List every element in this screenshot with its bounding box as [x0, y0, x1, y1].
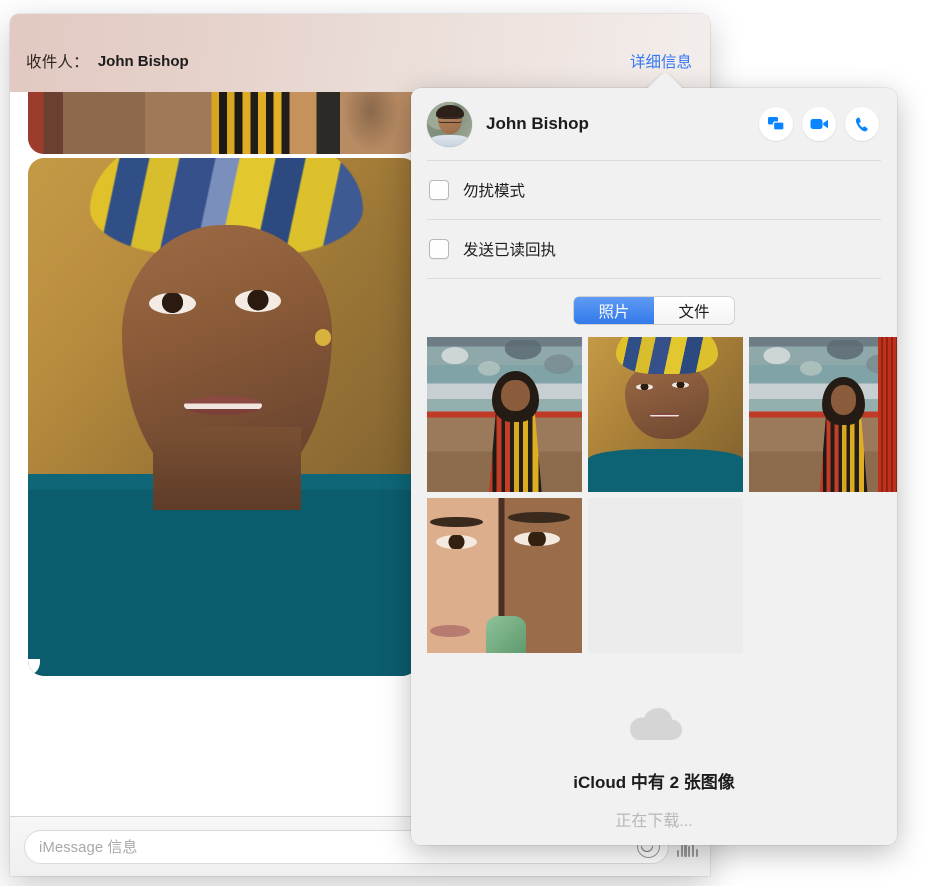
popover-content: John Bishop 勿扰模式 发送已读回执 照片 文件 iCloud 中有 …	[411, 88, 897, 845]
option-row-do-not-disturb[interactable]: 勿扰模式	[411, 161, 897, 219]
message-bubble-image-latest[interactable]	[28, 158, 418, 676]
cloud-icon	[630, 708, 682, 740]
tab-files[interactable]: 文件	[654, 297, 734, 324]
photo-grid-empty-slot	[749, 498, 897, 653]
popover-action-buttons	[759, 107, 879, 141]
photo-thumbnail-3[interactable]	[749, 337, 897, 492]
message-input-placeholder: iMessage 信息	[39, 839, 138, 856]
do-not-disturb-checkbox[interactable]	[429, 180, 449, 200]
video-camera-icon	[810, 119, 828, 129]
earring-detail	[314, 328, 332, 346]
popover-header: John Bishop	[411, 88, 897, 160]
recipient-label: 收件人：	[26, 54, 89, 71]
attachment-type-segmented-control: 照片 文件	[574, 297, 734, 324]
screen: 收件人： John Bishop 详细信息 iMessage 信息 John B…	[0, 0, 931, 886]
message-image-latest	[28, 158, 418, 676]
thumbnail-1-subject	[483, 371, 548, 492]
attachment-grid	[411, 337, 897, 653]
window-titlebar: 收件人： John Bishop 详细信息	[10, 14, 710, 93]
thumbnail-4-image	[427, 498, 582, 653]
mouth-detail	[184, 396, 262, 415]
photo-placeholder-5	[588, 498, 743, 653]
message-image-previous	[28, 92, 418, 154]
neck-detail	[152, 427, 301, 511]
photo-thumbnail-1[interactable]	[427, 337, 582, 492]
message-bubble-image-previous[interactable]	[28, 92, 418, 154]
eye-left-detail	[148, 292, 196, 315]
popover-arrow	[643, 73, 687, 89]
details-button[interactable]: 详细信息	[630, 50, 694, 72]
icloud-status-area: iCloud 中有 2 张图像 正在下载...	[411, 707, 897, 845]
icloud-title: iCloud 中有 2 张图像	[573, 773, 735, 792]
send-read-receipts-checkbox[interactable]	[429, 239, 449, 259]
send-read-receipts-label: 发送已读回执	[463, 242, 557, 259]
audio-call-button[interactable]	[845, 107, 879, 141]
avatar[interactable]	[427, 101, 472, 147]
screen-share-icon	[768, 117, 785, 131]
thumbnail-2-image	[588, 337, 743, 492]
avatar-glasses	[438, 116, 462, 124]
video-call-button[interactable]	[802, 107, 836, 141]
photo-thumbnail-2[interactable]	[588, 337, 743, 492]
phone-icon	[855, 117, 868, 131]
recipient-name[interactable]: John Bishop	[98, 53, 189, 70]
recipient-bar: 收件人： John Bishop 详细信息	[10, 48, 710, 74]
icloud-download-status: 正在下载...	[615, 813, 693, 830]
details-popover: John Bishop 勿扰模式 发送已读回执 照片 文件 iCloud 中有 …	[411, 88, 897, 845]
do-not-disturb-label: 勿扰模式	[463, 183, 526, 200]
eye-right-detail	[234, 290, 282, 312]
contact-name: John Bishop	[486, 114, 589, 133]
tab-photos[interactable]: 照片	[574, 297, 654, 324]
thumbnail-3-subject	[814, 377, 873, 492]
screen-share-button[interactable]	[759, 107, 793, 141]
photo-thumbnail-4[interactable]	[427, 498, 582, 653]
option-row-read-receipts[interactable]: 发送已读回执	[411, 220, 897, 278]
avatar-shirt	[429, 134, 470, 147]
segmented-control-wrap: 照片 文件	[411, 279, 897, 337]
